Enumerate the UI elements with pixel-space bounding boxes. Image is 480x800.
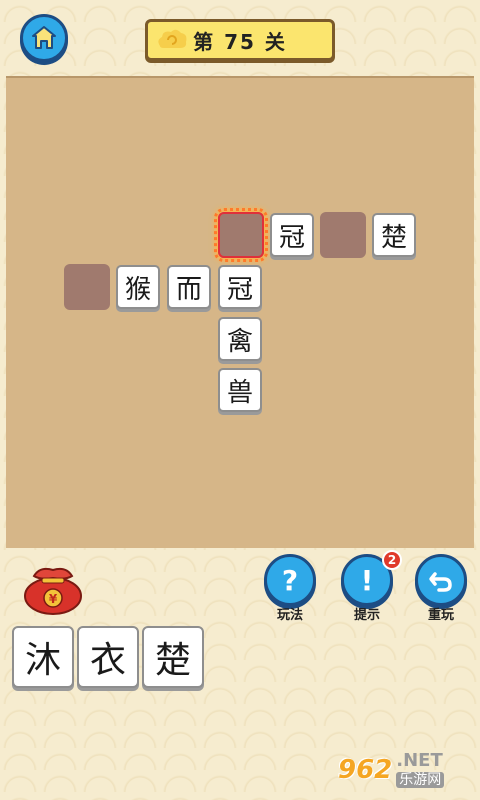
puzzle-board: 冠 楚 猴 而 冠 禽 兽 bbox=[6, 76, 474, 548]
restart-label: 重玩 bbox=[427, 608, 454, 623]
answer-slot-active[interactable] bbox=[214, 208, 268, 262]
rules-label: 玩法 bbox=[276, 608, 303, 623]
board-tile[interactable]: 禽 bbox=[218, 317, 262, 361]
watermark-logo: 962 bbox=[338, 755, 393, 785]
board-tile[interactable]: 楚 bbox=[372, 213, 416, 257]
board-tile[interactable]: 冠 bbox=[270, 213, 314, 257]
watermark-net: .NET bbox=[396, 750, 443, 771]
board-tile[interactable]: 猴 bbox=[116, 265, 160, 309]
board-tile[interactable]: 而 bbox=[167, 265, 211, 309]
site-watermark: 962 .NET 乐游网 bbox=[338, 748, 476, 792]
board-tile[interactable]: 兽 bbox=[218, 368, 262, 412]
candidate-tile[interactable]: 沐 bbox=[12, 626, 74, 688]
question-mark-icon: ? bbox=[281, 563, 299, 597]
rules-button[interactable]: ? bbox=[264, 554, 316, 606]
hint-label: 提示 bbox=[353, 608, 380, 623]
home-button[interactable] bbox=[20, 14, 68, 62]
board-tile[interactable]: 冠 bbox=[218, 265, 262, 309]
answer-slot[interactable] bbox=[64, 264, 110, 310]
level-title: 第 75 关 bbox=[193, 29, 287, 54]
candidate-tile[interactable]: 衣 bbox=[77, 626, 139, 688]
undo-arrow-icon bbox=[429, 572, 452, 592]
svg-text:¥: ¥ bbox=[49, 592, 58, 606]
home-icon bbox=[32, 26, 56, 49]
restart-button[interactable] bbox=[415, 554, 467, 606]
answer-slot[interactable] bbox=[320, 212, 366, 258]
cloud-ornament-icon bbox=[158, 29, 187, 48]
hint-count-badge: 2 bbox=[382, 550, 402, 570]
lucky-bag-icon[interactable]: ¥ bbox=[20, 556, 86, 616]
level-banner: 第 75 关 bbox=[145, 19, 335, 61]
exclamation-icon: ! bbox=[360, 563, 374, 597]
watermark-cn: 乐游网 bbox=[396, 772, 445, 788]
candidate-tile[interactable]: 楚 bbox=[142, 626, 204, 688]
